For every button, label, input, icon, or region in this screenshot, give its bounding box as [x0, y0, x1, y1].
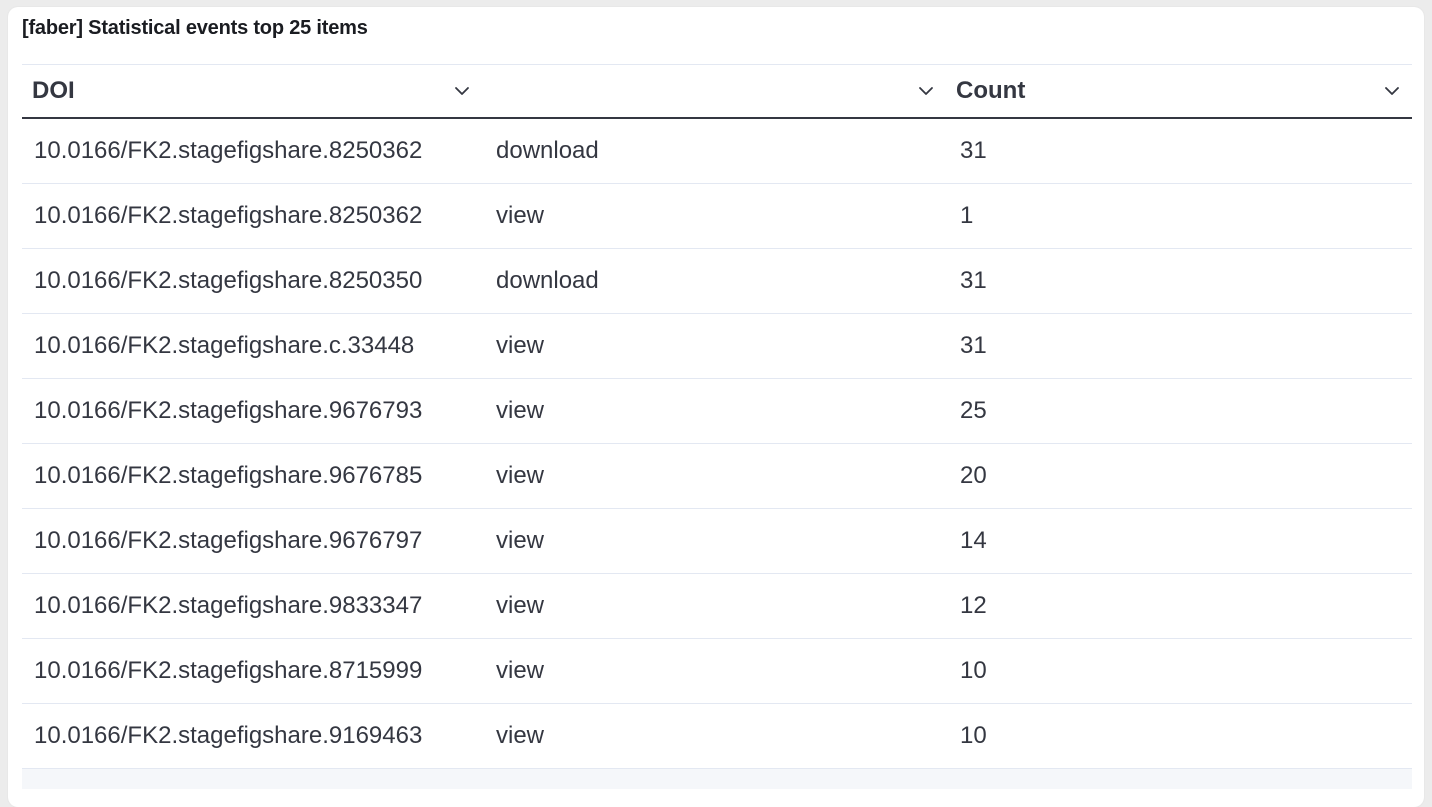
event-cell: view: [496, 527, 545, 554]
count-cell: 31: [960, 267, 987, 294]
table-row: 10.0166/FK2.stagefigshare.c.33448 view 3…: [22, 314, 1412, 379]
column-header-label: DOI: [32, 77, 75, 104]
column-header-count[interactable]: Count: [946, 65, 1412, 117]
column-header-event[interactable]: [482, 65, 946, 117]
event-cell: download: [496, 137, 599, 164]
count-cell: 10: [960, 722, 987, 749]
data-table: DOI Count 10.0166/FK2.stagefigshare.8250…: [22, 64, 1412, 789]
event-cell: view: [496, 657, 545, 684]
doi-cell: 10.0166/FK2.stagefigshare.9676797: [34, 527, 423, 554]
visualization-panel: [faber] Statistical events top 25 items …: [8, 7, 1424, 807]
doi-cell: 10.0166/FK2.stagefigshare.9833347: [34, 592, 423, 619]
event-cell: view: [496, 592, 545, 619]
table-row: 10.0166/FK2.stagefigshare.9676797 view 1…: [22, 509, 1412, 574]
panel-title: [faber] Statistical events top 25 items: [22, 17, 368, 39]
doi-cell: 10.0166/FK2.stagefigshare.8250350: [34, 267, 423, 294]
doi-cell: 10.0166/FK2.stagefigshare.8250362: [34, 137, 423, 164]
table-header: DOI Count: [22, 64, 1412, 119]
table-footer: [22, 769, 1412, 789]
table-row: 10.0166/FK2.stagefigshare.8250362 view 1: [22, 184, 1412, 249]
count-cell: 1: [960, 202, 974, 229]
count-cell: 12: [960, 592, 987, 619]
table-row: 10.0166/FK2.stagefigshare.9169463 view 1…: [22, 704, 1412, 769]
event-cell: view: [496, 397, 545, 424]
doi-cell: 10.0166/FK2.stagefigshare.c.33448: [34, 332, 415, 359]
count-cell: 31: [960, 332, 987, 359]
event-cell: view: [496, 722, 545, 749]
doi-cell: 10.0166/FK2.stagefigshare.9676793: [34, 397, 423, 424]
chevron-down-icon[interactable]: [1384, 83, 1400, 99]
doi-cell: 10.0166/FK2.stagefigshare.8715999: [34, 657, 423, 684]
count-cell: 25: [960, 397, 987, 424]
table-row: 10.0166/FK2.stagefigshare.8715999 view 1…: [22, 639, 1412, 704]
count-cell: 10: [960, 657, 987, 684]
column-header-doi[interactable]: DOI: [22, 65, 482, 117]
chevron-down-icon[interactable]: [918, 83, 934, 99]
doi-cell: 10.0166/FK2.stagefigshare.9676785: [34, 462, 423, 489]
doi-cell: 10.0166/FK2.stagefigshare.8250362: [34, 202, 423, 229]
column-header-label: Count: [956, 77, 1026, 104]
table-row: 10.0166/FK2.stagefigshare.9676785 view 2…: [22, 444, 1412, 509]
count-cell: 14: [960, 527, 987, 554]
table-row: 10.0166/FK2.stagefigshare.8250350 downlo…: [22, 249, 1412, 314]
count-cell: 31: [960, 137, 987, 164]
table-row: 10.0166/FK2.stagefigshare.8250362 downlo…: [22, 119, 1412, 184]
doi-cell: 10.0166/FK2.stagefigshare.9169463: [34, 722, 423, 749]
event-cell: view: [496, 202, 545, 229]
event-cell: view: [496, 462, 545, 489]
table-row: 10.0166/FK2.stagefigshare.9833347 view 1…: [22, 574, 1412, 639]
count-cell: 20: [960, 462, 987, 489]
event-cell: view: [496, 332, 545, 359]
chevron-down-icon[interactable]: [454, 83, 470, 99]
table-row: 10.0166/FK2.stagefigshare.9676793 view 2…: [22, 379, 1412, 444]
event-cell: download: [496, 267, 599, 294]
